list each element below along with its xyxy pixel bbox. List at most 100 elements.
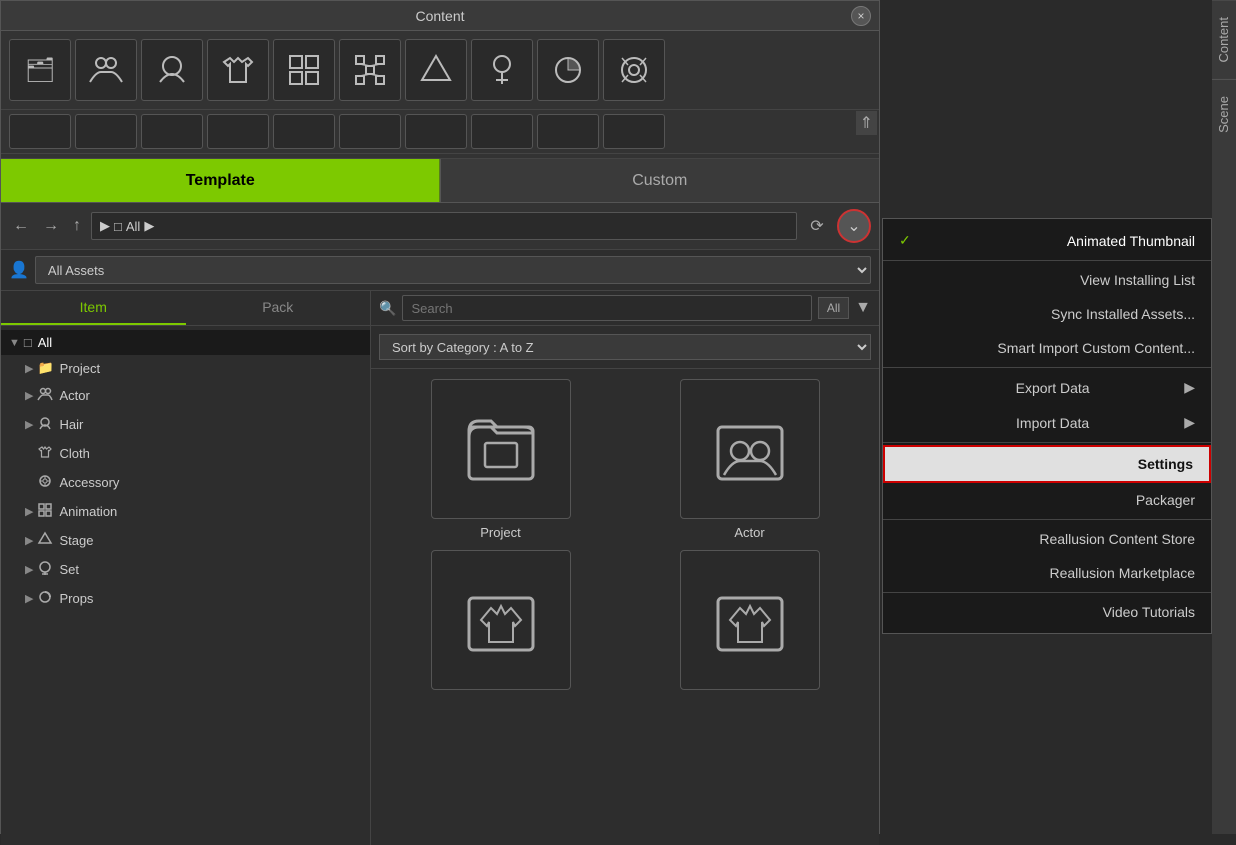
landscape-icon-btn[interactable]	[405, 39, 467, 101]
back-button[interactable]: ←	[9, 215, 33, 237]
tree-item-actor[interactable]: ▶ Actor	[1, 381, 370, 410]
grid-item-project[interactable]: Project	[381, 379, 620, 540]
right-pane: 🔍 All ▼ Sort by Category : A to Z	[371, 291, 879, 845]
forward-button[interactable]: →	[39, 215, 63, 237]
up-button[interactable]: ↑	[69, 215, 85, 237]
all-filter-button[interactable]: All	[818, 297, 849, 319]
folder-icon-btn[interactable]: 🗂	[9, 39, 71, 101]
refresh-button[interactable]: ⟳	[803, 212, 831, 240]
grid-thumb-actor	[680, 379, 820, 519]
sep-3	[883, 442, 1211, 443]
sync-installed-label: Sync Installed Assets...	[1051, 306, 1195, 322]
pie-chart-icon-btn[interactable]	[537, 39, 599, 101]
dropdown-item-import-data[interactable]: Import Data ▶	[883, 405, 1211, 440]
tree-item-accessory[interactable]: ▶ Accessory	[1, 468, 370, 497]
actors-icon-btn[interactable]	[75, 39, 137, 101]
sep-1	[883, 260, 1211, 261]
side-tabs: Content Scene	[1212, 0, 1236, 834]
tree-icon-all: □	[24, 335, 32, 350]
tree-label-animation: Animation	[59, 504, 117, 519]
tab-pack[interactable]: Pack	[186, 291, 371, 325]
grid-label-project: Project	[480, 525, 520, 540]
table-icon-btn[interactable]	[273, 39, 335, 101]
tree-arrow-hair: ▶	[25, 418, 33, 431]
close-button[interactable]: ×	[851, 6, 871, 26]
tab-item[interactable]: Item	[1, 291, 186, 325]
grid-item-cloth2[interactable]	[630, 550, 869, 696]
grid-thumb-project	[431, 379, 571, 519]
grid-area: Project Actor	[371, 369, 879, 845]
tree-arrow-actor: ▶	[25, 389, 33, 402]
two-pane-area: Item Pack ▼ □ All ▶ 📁 Project	[1, 291, 879, 845]
filter-icon-button[interactable]: ▼	[855, 299, 871, 317]
tree-arrow-project: ▶	[25, 362, 33, 375]
tree-label-project: Project	[60, 361, 100, 376]
empty-slot-3	[141, 114, 203, 149]
tree-arrow-stage: ▶	[25, 534, 33, 547]
dropdown-item-view-installing[interactable]: View Installing List	[883, 263, 1211, 297]
tree-icon-btn[interactable]	[471, 39, 533, 101]
tree-label-actor: Actor	[59, 388, 89, 403]
dropdown-item-smart-import[interactable]: Smart Import Custom Content...	[883, 331, 1211, 365]
dropdown-button[interactable]: ⌄	[837, 209, 871, 243]
film-icon-btn[interactable]	[603, 39, 665, 101]
nav-path-folder-icon: □	[114, 219, 122, 234]
tree-icon-hair	[37, 415, 53, 434]
side-tab-scene[interactable]: Scene	[1212, 79, 1236, 149]
dropdown-item-export-data[interactable]: Export Data ▶	[883, 370, 1211, 405]
grid-item-actor[interactable]: Actor	[630, 379, 869, 540]
collapse-button[interactable]: ⇑	[856, 111, 877, 135]
dropdown-item-content-store[interactable]: Reallusion Content Store	[883, 522, 1211, 556]
asset-filter-dropdown[interactable]: All Assets	[35, 256, 871, 284]
tree-arrow-animation: ▶	[25, 505, 33, 518]
network-icon-btn[interactable]	[339, 39, 401, 101]
smart-import-label: Smart Import Custom Content...	[997, 340, 1195, 356]
dropdown-item-animated-thumbnail[interactable]: ✓ Animated Thumbnail	[883, 223, 1211, 258]
title-bar: Content ×	[1, 1, 879, 31]
dropdown-item-marketplace[interactable]: Reallusion Marketplace	[883, 556, 1211, 590]
tree-item-hair[interactable]: ▶ Hair	[1, 410, 370, 439]
tree-item-project[interactable]: ▶ 📁 Project	[1, 355, 370, 381]
dropdown-item-video-tutorials[interactable]: Video Tutorials	[883, 595, 1211, 629]
sep-4	[883, 519, 1211, 520]
side-tab-content[interactable]: Content	[1212, 0, 1236, 79]
dropdown-item-settings[interactable]: Settings	[883, 445, 1211, 483]
sort-dropdown[interactable]: Sort by Category : A to Z	[379, 334, 871, 360]
tree-icon-animation	[37, 502, 53, 521]
search-input[interactable]	[402, 295, 811, 321]
tree-item-all[interactable]: ▼ □ All	[1, 330, 370, 355]
tree-label-stage: Stage	[59, 533, 93, 548]
dropdown-item-packager[interactable]: Packager	[883, 483, 1211, 517]
tree-arrow-set: ▶	[25, 563, 33, 576]
grid-item-cloth1[interactable]	[381, 550, 620, 696]
empty-slot-5	[273, 114, 335, 149]
shirt-icon-btn[interactable]	[207, 39, 269, 101]
dropdown-item-sync-installed[interactable]: Sync Installed Assets...	[883, 297, 1211, 331]
item-pack-tabs: Item Pack	[1, 291, 370, 326]
empty-slot-10	[603, 114, 665, 149]
marketplace-label: Reallusion Marketplace	[1049, 565, 1195, 581]
toolbar-row-1: 🗂	[1, 31, 879, 110]
left-pane: Item Pack ▼ □ All ▶ 📁 Project	[1, 291, 371, 845]
window-title: Content	[415, 8, 464, 24]
tab-custom[interactable]: Custom	[440, 159, 880, 202]
tree-icon-cloth	[37, 444, 53, 463]
tree-item-stage[interactable]: ▶ Stage	[1, 526, 370, 555]
tree-icon-actor	[37, 386, 53, 405]
head-icon-btn[interactable]	[141, 39, 203, 101]
packager-label: Packager	[1136, 492, 1195, 508]
tree-item-set[interactable]: ▶ Set	[1, 555, 370, 584]
tree-item-cloth[interactable]: ▶ Cloth	[1, 439, 370, 468]
import-data-arrow-icon: ▶	[1184, 414, 1195, 431]
tree-icon-props	[37, 589, 53, 608]
video-tutorials-label: Video Tutorials	[1103, 604, 1195, 620]
sort-bar: Sort by Category : A to Z	[371, 326, 879, 369]
tree-item-props[interactable]: ▶ Props	[1, 584, 370, 613]
tree-item-animation[interactable]: ▶ Animation	[1, 497, 370, 526]
view-installing-label: View Installing List	[1080, 272, 1195, 288]
tree-icon-stage	[37, 531, 53, 550]
tree-area: ▼ □ All ▶ 📁 Project ▶	[1, 326, 370, 845]
tree-label-props: Props	[59, 591, 93, 606]
sep-2	[883, 367, 1211, 368]
tab-template[interactable]: Template	[1, 159, 440, 202]
